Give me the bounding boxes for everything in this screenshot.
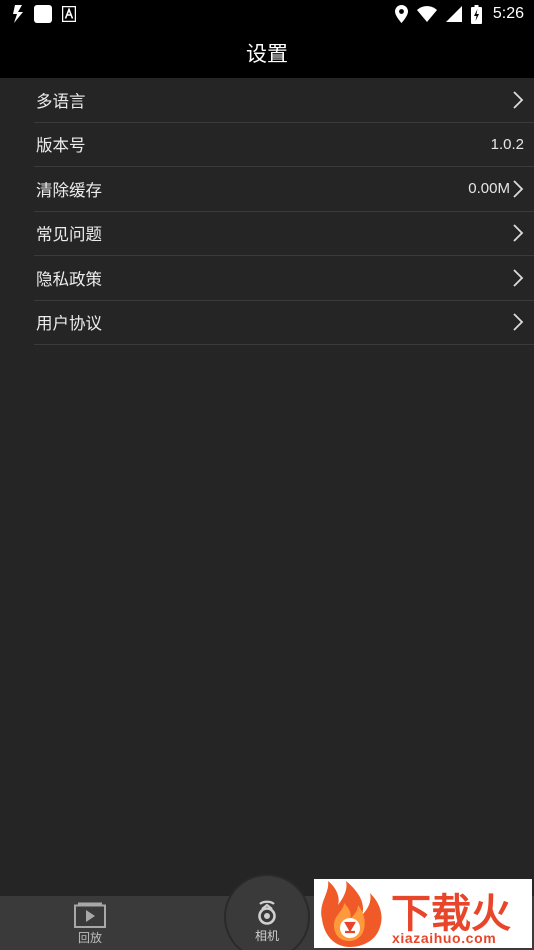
location-icon (394, 5, 408, 23)
nav-playback-label: 回放 (77, 931, 102, 945)
setting-right: 0.00M (468, 179, 524, 199)
status-time: 5:26 (492, 5, 524, 22)
setting-right: 1.0.2 (491, 136, 524, 153)
setting-row-clear-cache[interactable]: 清除缓存 0.00M (34, 167, 534, 212)
status-bar: 5:26 (0, 0, 534, 28)
text-a-icon (62, 6, 76, 22)
playback-icon (74, 902, 106, 928)
setting-row-version: 版本号 1.0.2 (34, 123, 534, 167)
version-value: 1.0.2 (490, 135, 524, 153)
status-left (12, 4, 76, 24)
setting-row-privacy[interactable]: 隐私政策 (34, 256, 534, 301)
nav-camera-button[interactable]: 相机 (232, 900, 302, 944)
setting-right (512, 268, 524, 288)
setting-right (512, 90, 524, 110)
setting-right (512, 223, 524, 243)
setting-label: 清除缓存 (36, 180, 102, 200)
setting-row-language[interactable]: 多语言 (34, 78, 534, 123)
nav-playback-button[interactable]: 回放 (62, 902, 118, 946)
watermark-domain: xiazaihuo.com (392, 930, 497, 946)
setting-row-faq[interactable]: 常见问题 (34, 212, 534, 256)
chevron-right-icon (513, 91, 524, 109)
flash-icon (13, 5, 23, 23)
chevron-right-icon (513, 224, 524, 242)
setting-row-user-agreement[interactable]: 用户协议 (34, 301, 534, 345)
setting-label: 版本号 (36, 136, 86, 156)
settings-list: 多语言 版本号 1.0.2 清除缓存 0.00M 常见问题 隐私政策 用户协议 (34, 78, 534, 345)
watermark-logo: 下载火 xiazaihuo.com (314, 879, 532, 948)
nav-camera-label: 相机 (254, 929, 279, 943)
cache-size-value: 0.00M (468, 180, 510, 198)
flame-logo-icon (321, 881, 382, 947)
signal-icon (445, 6, 462, 22)
setting-label: 用户协议 (36, 314, 102, 334)
title-bar: 设置 (0, 28, 534, 78)
chevron-right-icon (513, 180, 524, 198)
setting-label: 隐私政策 (36, 269, 102, 289)
setting-label: 常见问题 (36, 225, 102, 245)
chevron-right-icon (513, 313, 524, 331)
setting-label: 多语言 (36, 91, 86, 111)
setting-right (512, 312, 524, 332)
battery-charging-icon (470, 4, 482, 24)
wifi-icon (416, 6, 437, 22)
status-right: 5:26 (394, 4, 524, 24)
page-title: 设置 (246, 42, 288, 66)
app-square-icon (34, 5, 52, 23)
camera-icon (258, 900, 276, 925)
chevron-right-icon (513, 269, 524, 287)
